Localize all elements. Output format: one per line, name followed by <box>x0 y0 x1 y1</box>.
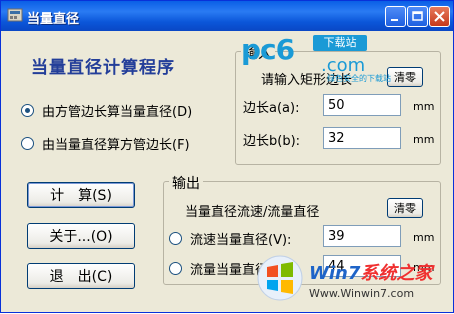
output-clear-button[interactable]: 清零 <box>387 198 423 218</box>
maximize-button[interactable] <box>407 6 428 27</box>
side-a-input[interactable]: 50 <box>323 94 401 116</box>
radio-unselected-icon[interactable] <box>21 137 34 150</box>
pc6-sub-text: 绿色安全的下载站 <box>327 74 391 83</box>
about-button[interactable]: 关于...(O) <box>27 223 135 249</box>
close-icon <box>434 11 445 22</box>
app-window: 当量直径 当量直径计算程序 由方管边长算当量直径(D) 由当量直径算方管边长(F… <box>0 0 454 313</box>
side-a-unit: mm <box>413 100 435 113</box>
mode-label: 由方管边长算当量直径(D) <box>42 105 193 120</box>
pc6-watermark: pc6 下载站 .com 绿色安全的下载站 <box>241 29 441 85</box>
side-a-label: 边长a(a): <box>243 101 300 116</box>
mode-label: 由当量直径算方管边长(F) <box>42 138 190 153</box>
radio-selected-icon[interactable] <box>21 104 34 117</box>
maximize-icon <box>412 11 423 21</box>
radio-unselected-icon[interactable] <box>169 232 182 245</box>
exit-button[interactable]: 退 出(C) <box>27 263 135 289</box>
win7-watermark: Win7系统之家 Www.Winwin7.com <box>251 241 454 314</box>
pc6-logo-text: pc6 <box>241 33 295 66</box>
side-b-input[interactable]: 32 <box>323 127 401 149</box>
win7-url: Www.Winwin7.com <box>309 287 415 300</box>
minimize-icon <box>391 19 398 21</box>
win7-system-text: 系统之家 <box>360 263 433 284</box>
calculate-button[interactable]: 计 算(S) <box>27 182 135 208</box>
win7-text: Win7 <box>309 263 361 284</box>
mode-diameter-to-side[interactable]: 由当量直径算方管边长(F) <box>21 134 190 153</box>
close-button[interactable] <box>429 6 450 27</box>
side-b-unit: mm <box>413 133 435 146</box>
title-bar[interactable]: 当量直径 <box>1 1 453 31</box>
minimize-button[interactable] <box>385 6 406 27</box>
output-prompt: 当量直径流速/流量直径 <box>185 205 320 220</box>
mode-side-to-diameter[interactable]: 由方管边长算当量直径(D) <box>21 101 192 120</box>
window-title: 当量直径 <box>27 12 80 27</box>
windows-logo-icon <box>257 255 303 301</box>
radio-unselected-icon[interactable] <box>169 262 182 275</box>
app-icon <box>7 8 23 22</box>
program-title: 当量直径计算程序 <box>31 58 175 78</box>
win7-brand: Win7系统之家 <box>309 259 432 285</box>
pc6-download-badge: 下载站 <box>313 35 367 51</box>
output-group-legend: 输出 <box>169 173 203 193</box>
side-b-label: 边长b(b): <box>243 134 301 149</box>
